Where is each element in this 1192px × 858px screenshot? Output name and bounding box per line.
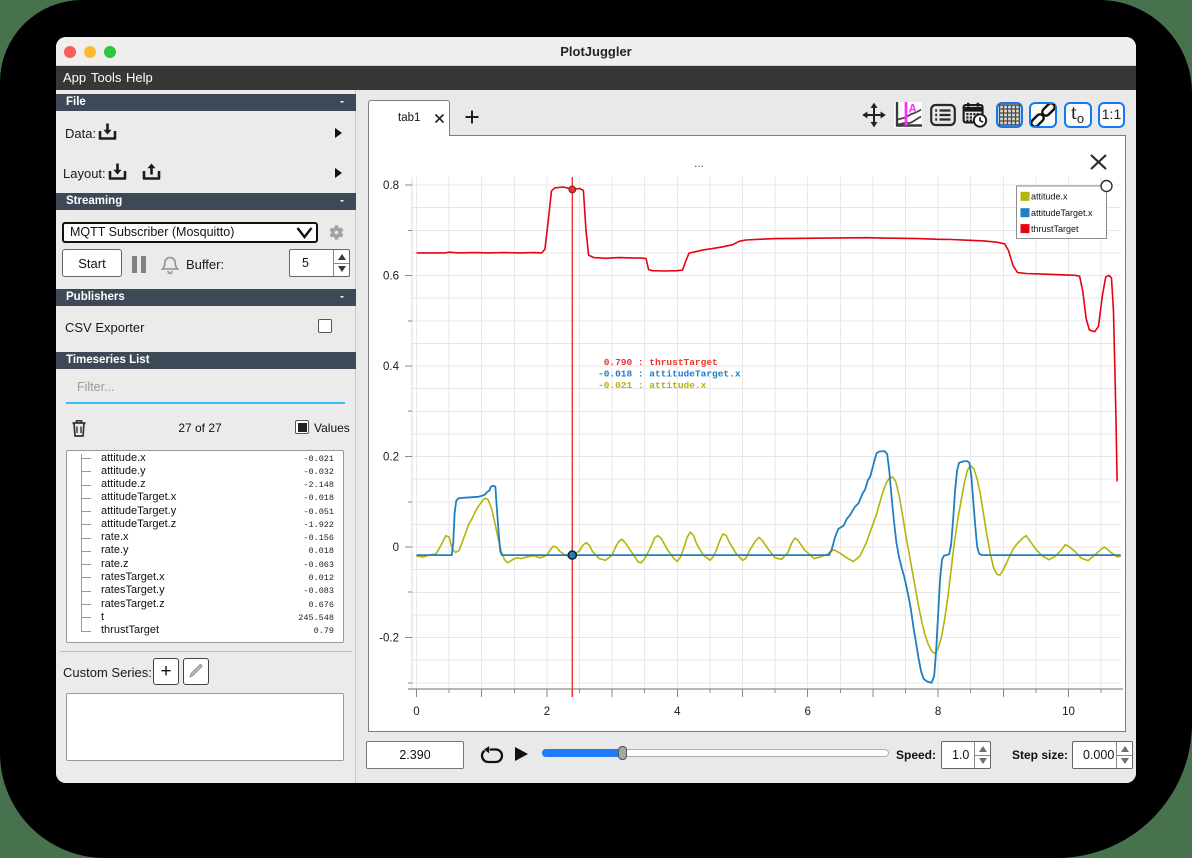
svg-text:attitude.x: attitude.x	[1031, 192, 1068, 202]
svg-text:0.8: 0.8	[383, 180, 399, 192]
svg-text:0: 0	[393, 542, 399, 554]
svg-text:attitudeTarget.x: attitudeTarget.x	[1031, 208, 1093, 218]
svg-text:0.6: 0.6	[383, 271, 399, 283]
svg-text:0.790 : thrustTarget: 0.790 : thrustTarget	[598, 357, 718, 368]
svg-text:-0.018 : attitudeTarget.x: -0.018 : attitudeTarget.x	[598, 369, 741, 380]
svg-text:0.4: 0.4	[383, 361, 400, 373]
svg-text:-0.2: -0.2	[379, 633, 399, 645]
svg-text:0.2: 0.2	[383, 452, 399, 464]
svg-text:10: 10	[1062, 706, 1075, 718]
svg-text:0: 0	[413, 706, 419, 718]
svg-text:-0.021 : attitude.x: -0.021 : attitude.x	[598, 380, 707, 391]
svg-text:thrustTarget: thrustTarget	[1031, 224, 1079, 234]
svg-text:6: 6	[804, 706, 810, 718]
svg-text:...: ...	[694, 156, 704, 170]
svg-text:A: A	[909, 104, 917, 116]
svg-text:2: 2	[544, 706, 550, 718]
svg-text:8: 8	[935, 706, 941, 718]
svg-text:4: 4	[674, 706, 681, 718]
